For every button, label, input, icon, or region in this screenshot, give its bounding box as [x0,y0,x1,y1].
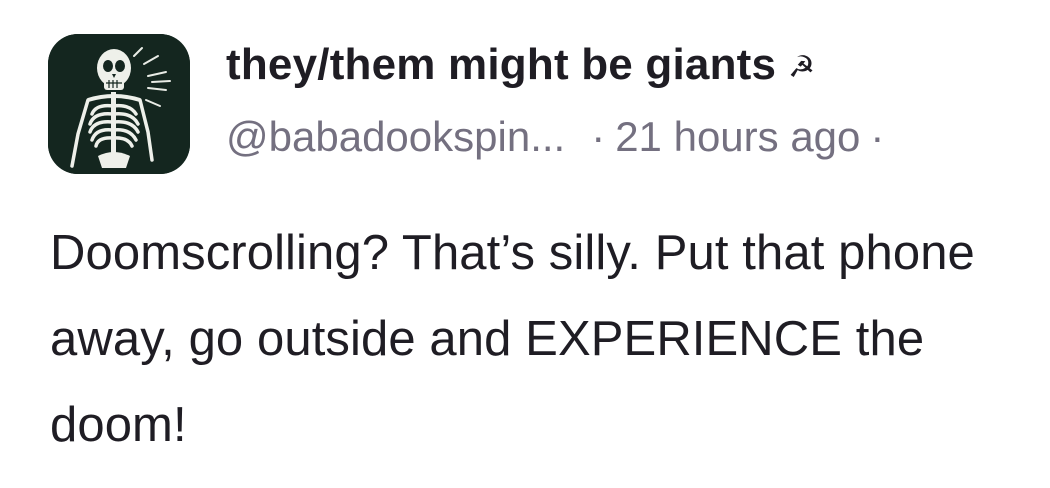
avatar[interactable] [48,34,190,174]
skeleton-icon [48,34,190,174]
meta-separator: · [591,113,606,160]
meta-separator-trailing: · [870,113,885,160]
author-handle[interactable]: @babadookspin... [226,113,565,161]
post-meta: @babadookspin... · 21 hours ago · [226,112,1046,162]
post-timestamp[interactable]: 21 hours ago [615,113,860,161]
hammer-and-sickle-icon: ☭ [788,49,816,85]
post: they/them might be giants ☭ @babadookspi… [0,0,1050,488]
display-name[interactable]: they/them might be giants [226,40,776,90]
post-header: they/them might be giants ☭ @babadookspi… [226,36,1046,162]
post-text: Doomscrolling? That’s silly. Put that ph… [50,226,975,452]
display-name-row: they/them might be giants ☭ [226,36,1046,94]
